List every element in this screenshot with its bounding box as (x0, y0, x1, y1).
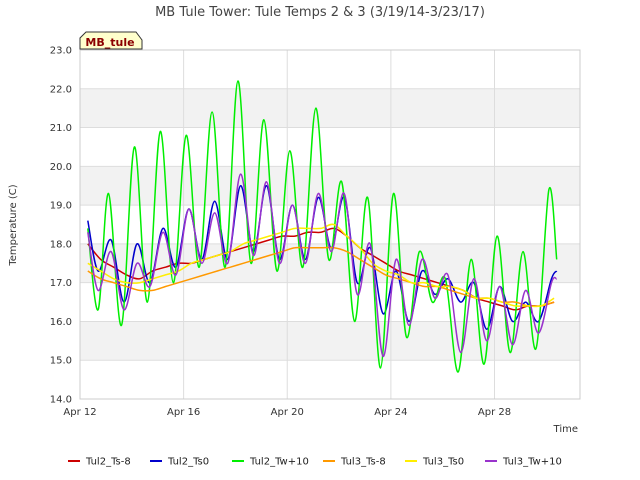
x-axis-title: Time (553, 424, 578, 435)
legend-label: Tul3_Ts0 (422, 457, 464, 468)
y-tick-label: 20.0 (50, 162, 72, 173)
y-axis-title: Temperature (C) (8, 184, 19, 266)
badge-label: MB_tule (85, 36, 134, 49)
y-tick-label: 18.0 (50, 239, 72, 250)
grid-band (80, 88, 580, 128)
badge: MB_tule (79, 31, 143, 50)
legend-label: Tul2_Ts-8 (85, 457, 131, 468)
y-axis: 14.0 15.0 16.0 17.0 18.0 19.0 20.0 21.0 22.0 23.0 (50, 46, 72, 406)
legend-label: Tul2_Tw+10 (249, 457, 309, 468)
y-tick-label: 19.0 (50, 201, 72, 212)
y-tick-label: 16.0 (50, 317, 72, 328)
grid-band (80, 321, 580, 361)
x-axis: Apr 12 Apr 16 Apr 20 Apr 24 Apr 28 (63, 407, 511, 418)
y-tick-label: 17.0 (50, 278, 72, 289)
y-tick-label: 23.0 (50, 46, 72, 57)
x-tick-label: Apr 28 (478, 407, 511, 418)
legend-label: Tul3_Ts-8 (340, 457, 386, 468)
x-tick-label: Apr 12 (63, 407, 96, 418)
chart-title: MB Tule Tower: Tule Temps 2 & 3 (3/19/14… (155, 5, 485, 20)
x-tick-label: Apr 24 (374, 407, 407, 418)
y-tick-label: 22.0 (50, 84, 72, 95)
x-tick-label: Apr 16 (167, 407, 200, 418)
legend-label: Tul3_Tw+10 (502, 457, 562, 468)
y-tick-label: 15.0 (50, 356, 72, 367)
y-tick-label: 14.0 (50, 395, 72, 406)
x-tick-label: Apr 20 (271, 407, 304, 418)
chart-svg: MB Tule Tower: Tule Temps 2 & 3 (3/19/14… (8, 5, 581, 468)
y-tick-label: 21.0 (50, 123, 72, 134)
legend-label: Tul2_Ts0 (167, 457, 209, 468)
legend: Tul2_Ts-8 Tul2_Ts0 Tul2_Tw+10 Tul3_Ts-8 Tul3… (68, 457, 562, 468)
